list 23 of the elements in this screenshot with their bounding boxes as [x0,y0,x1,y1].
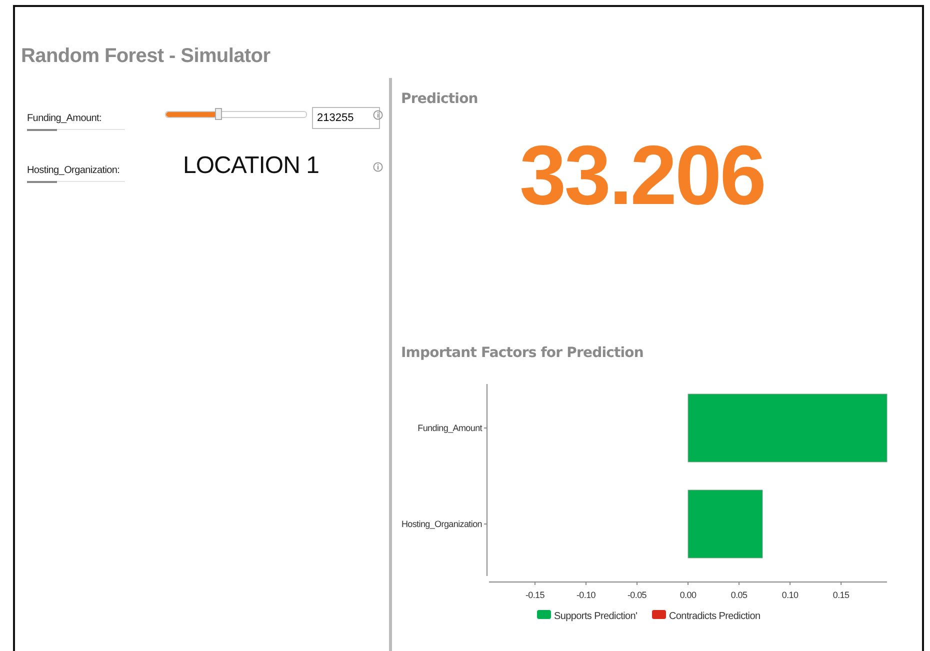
tick-label: 0.10 [782,590,798,600]
tick-label: -0.15 [525,590,544,600]
input-label: Funding_Amount: [27,112,102,124]
slider-thumb[interactable] [215,108,222,120]
legend-label: Contradicts Prediction [669,611,760,622]
value-field[interactable]: 213255 [312,107,380,129]
prediction-value: 33.206 [520,133,764,224]
legend-label: Supports Prediction' [554,611,638,622]
tick-label: -0.10 [576,590,596,600]
tick-label: -0.05 [628,590,646,600]
section-title: Prediction [400,90,479,107]
info-icon[interactable] [373,110,383,120]
app-title: Random Forest - Simulator [20,44,272,69]
axis-label: Funding_Amount [418,423,482,433]
axis-label: Hosting_Organization [401,519,482,529]
info-icon[interactable] [373,162,383,172]
input-value: LOCATION 1 [183,152,319,180]
tick-label: 0.15 [832,590,850,600]
section-title: Important Factors for Prediction [400,344,644,361]
tick-label: 0.00 [680,590,696,600]
tick-label: 0.05 [730,590,748,600]
slider[interactable] [165,110,307,118]
input-label: Hosting_Organization: [27,164,121,176]
